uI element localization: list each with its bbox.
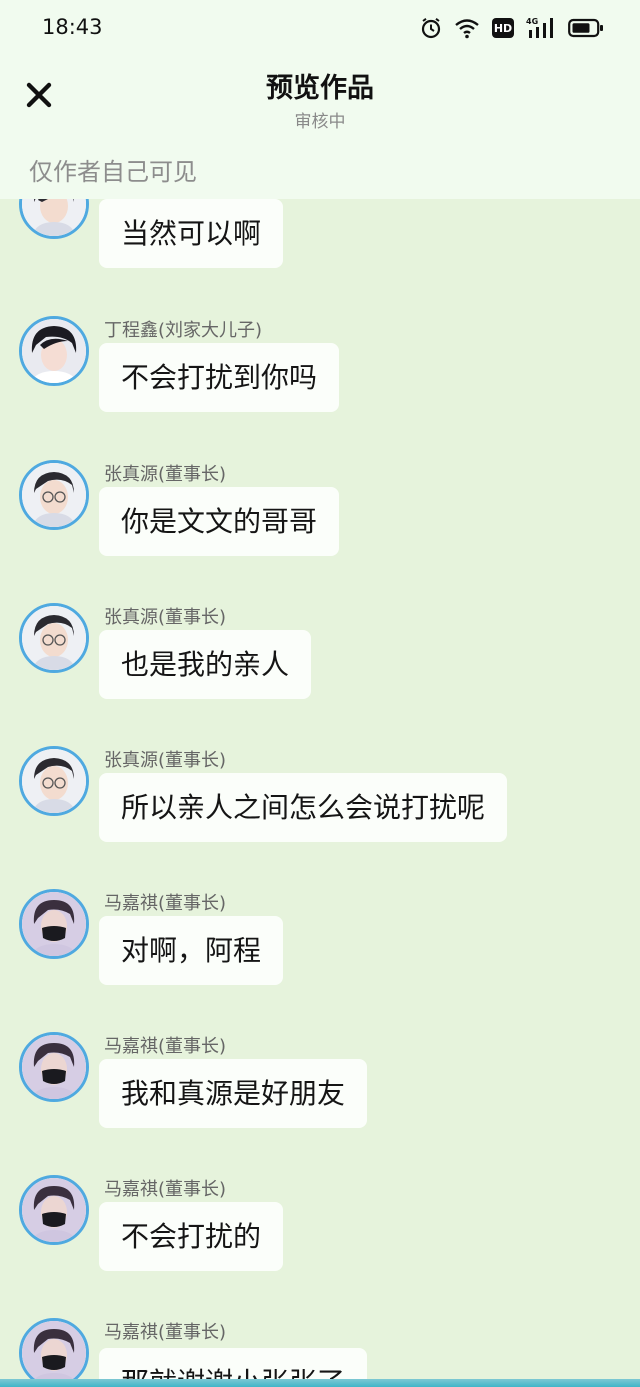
chat-list[interactable]: 当然可以啊 丁程鑫(刘家大儿子) 不会打扰到你吗 张真源(董事长) 你是文文的哥… bbox=[0, 199, 640, 1379]
hd-icon: HD bbox=[492, 18, 514, 38]
avatar-zhang[interactable] bbox=[19, 199, 89, 239]
sender-name: 丁程鑫(刘家大儿子) bbox=[104, 320, 263, 341]
chat-message: 张真源(董事长) 你是文文的哥哥 bbox=[0, 460, 640, 560]
status-icons: HD 4G bbox=[420, 14, 604, 42]
avatar-ma[interactable] bbox=[19, 889, 89, 959]
chat-message: 丁程鑫(刘家大儿子) 不会打扰到你吗 bbox=[0, 316, 640, 416]
avatar-ma[interactable] bbox=[19, 1032, 89, 1102]
sender-name: 马嘉祺(董事长) bbox=[104, 1179, 227, 1200]
alarm-icon bbox=[420, 17, 442, 39]
avatar-zhang[interactable] bbox=[19, 603, 89, 673]
svg-text:4G: 4G bbox=[526, 17, 538, 26]
avatar-zhang[interactable] bbox=[19, 746, 89, 816]
message-bubble[interactable]: 对啊，阿程 bbox=[99, 916, 284, 985]
message-bubble[interactable]: 也是我的亲人 bbox=[99, 630, 312, 699]
chat-message: 马嘉祺(董事长) 不会打扰的 bbox=[0, 1175, 640, 1275]
chat-message: 当然可以啊 bbox=[0, 199, 640, 279]
page-title: 预览作品 bbox=[266, 73, 374, 104]
chat-message: 张真源(董事长) 所以亲人之间怎么会说打扰呢 bbox=[0, 746, 640, 846]
status-bar: 18:43 HD 4G bbox=[0, 0, 640, 56]
sender-name: 张真源(董事长) bbox=[104, 464, 227, 485]
review-status: 审核中 bbox=[294, 112, 346, 132]
sender-name: 张真源(董事长) bbox=[104, 607, 227, 628]
battery-icon bbox=[568, 18, 604, 38]
message-bubble[interactable]: 不会打扰到你吗 bbox=[99, 343, 340, 412]
message-bubble[interactable]: 那就谢谢小张张了 bbox=[99, 1348, 368, 1379]
bottom-progress-strip bbox=[0, 1379, 640, 1387]
message-bubble[interactable]: 当然可以啊 bbox=[99, 199, 284, 268]
sender-name: 马嘉祺(董事长) bbox=[104, 1036, 227, 1057]
sender-name: 马嘉祺(董事长) bbox=[104, 893, 227, 914]
avatar-zhang[interactable] bbox=[19, 460, 89, 530]
chat-message: 马嘉祺(董事长) 对啊，阿程 bbox=[0, 889, 640, 989]
message-bubble[interactable]: 我和真源是好朋友 bbox=[99, 1059, 368, 1128]
message-bubble[interactable]: 所以亲人之间怎么会说打扰呢 bbox=[99, 773, 508, 842]
signal-4g-icon: 4G bbox=[526, 16, 556, 40]
wifi-icon bbox=[454, 17, 480, 39]
sender-name: 马嘉祺(董事长) bbox=[104, 1322, 227, 1343]
avatar-ma[interactable] bbox=[19, 1318, 89, 1379]
status-time: 18:43 bbox=[42, 15, 103, 39]
message-bubble[interactable]: 不会打扰的 bbox=[99, 1202, 284, 1271]
avatar-ma[interactable] bbox=[19, 1175, 89, 1245]
message-bubble[interactable]: 你是文文的哥哥 bbox=[99, 487, 340, 556]
chat-message: 张真源(董事长) 也是我的亲人 bbox=[0, 603, 640, 703]
chat-message: 马嘉祺(董事长) 我和真源是好朋友 bbox=[0, 1032, 640, 1132]
chat-message: 马嘉祺(董事长) 那就谢谢小张张了 bbox=[0, 1318, 640, 1379]
sender-name: 张真源(董事长) bbox=[104, 750, 227, 771]
visibility-note: 仅作者自己可见 bbox=[29, 158, 197, 186]
header-bar: 18:43 HD 4G 预览作品 审核中 仅作者自己可见 bbox=[0, 0, 640, 199]
avatar-ding[interactable] bbox=[19, 316, 89, 386]
